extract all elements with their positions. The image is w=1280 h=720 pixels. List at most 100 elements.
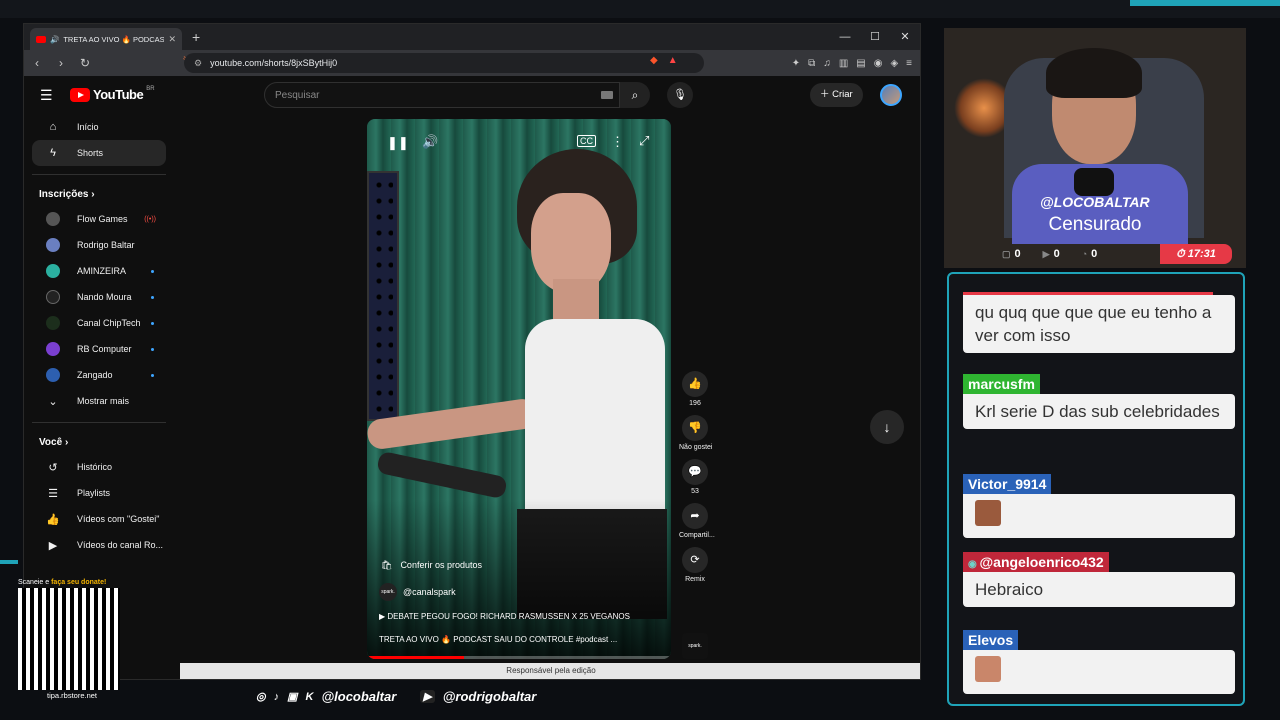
sidebar-item-aminzeira[interactable]: AMINZEIRA bbox=[32, 258, 166, 284]
sidebar-item-rb-computer[interactable]: RB Computer bbox=[32, 336, 166, 362]
twitch-icon: ▣ bbox=[287, 691, 298, 703]
wallet-icon[interactable]: ▤ bbox=[856, 58, 865, 69]
share-action[interactable]: ➦ Compartil... bbox=[679, 503, 715, 539]
audio-icon[interactable]: 🔊 bbox=[50, 35, 59, 44]
captions-icon[interactable]: CC bbox=[577, 135, 596, 147]
close-window-button[interactable]: ✕ bbox=[890, 24, 920, 50]
tab-active[interactable]: 🔊 TRETA AO VIVO 🔥 PODCAST SAIU ✕ bbox=[30, 28, 182, 50]
progress-bar[interactable] bbox=[367, 656, 671, 659]
youtube-favicon-icon bbox=[36, 35, 46, 43]
fullscreen-icon[interactable]: ⤢ bbox=[639, 133, 649, 149]
maximize-button[interactable]: ☐ bbox=[860, 24, 890, 50]
thumbs-up-icon[interactable]: 👍 bbox=[682, 371, 708, 397]
remix-action[interactable]: ⟳ Remix bbox=[679, 547, 711, 583]
create-label: Criar bbox=[832, 89, 853, 100]
channel-row[interactable]: spark. @canalspark bbox=[379, 583, 456, 601]
sidebar-icon[interactable]: ▥ bbox=[839, 58, 848, 69]
like-action[interactable]: 👍 196 bbox=[679, 371, 711, 407]
sidebar-item-channel-videos[interactable]: ▶ Vídeos do canal Ro... bbox=[32, 532, 166, 558]
webcam-mic bbox=[1074, 168, 1114, 196]
close-tab-icon[interactable]: ✕ bbox=[168, 34, 176, 45]
screenshot-icon[interactable]: ⧉ bbox=[808, 58, 815, 69]
sidebar-item-playlists[interactable]: ☰ Playlists bbox=[32, 480, 166, 506]
volume-icon[interactable]: 🔊 bbox=[422, 134, 438, 150]
arrow-down-icon: ↓ bbox=[883, 419, 891, 435]
comments-action[interactable]: 💬 53 bbox=[679, 459, 711, 495]
sidebar-item-liked-videos[interactable]: 👍 Vídeos com "Gostei" bbox=[32, 506, 166, 532]
next-short-button[interactable]: ↓ bbox=[870, 410, 904, 444]
products-button[interactable]: 🛍 Conferir os produtos bbox=[381, 554, 482, 576]
video-description[interactable]: TRETA AO VIVO 🔥 PODCAST SAIU DO CONTROLE… bbox=[379, 635, 649, 644]
create-button[interactable]: ＋ Criar bbox=[810, 83, 863, 107]
bg-accent-left bbox=[0, 560, 18, 564]
tiktok-icon: ♪ bbox=[273, 690, 280, 703]
sidebar-item-rodrigo-baltar[interactable]: Rodrigo Baltar bbox=[32, 232, 166, 258]
kick-icon: K bbox=[305, 690, 314, 703]
show-more-button[interactable]: ⌄ Mostrar mais bbox=[32, 388, 166, 414]
comment-icon[interactable]: 💬 bbox=[682, 459, 708, 485]
more-options-icon[interactable]: ⋮ bbox=[611, 134, 624, 150]
thumbs-down-icon[interactable]: 👎 bbox=[682, 415, 708, 441]
pause-icon[interactable]: ❚❚ bbox=[387, 135, 409, 151]
qr-caption-bold: faça seu donate! bbox=[51, 579, 107, 586]
voice-search-button[interactable]: 🎙 bbox=[667, 82, 693, 108]
extensions-icon[interactable]: ✦ bbox=[792, 58, 800, 69]
youtube-page: ☰ YouTube BR Pesquisar ⌕ 🎙 ＋ Criar ⌂ Iní… bbox=[24, 76, 920, 679]
dislike-action[interactable]: 👎 Não gostei bbox=[679, 415, 713, 451]
guide-menu-icon[interactable]: ☰ bbox=[40, 87, 53, 104]
address-bar[interactable]: ⚙ youtube.com/shorts/8jxSBytHij0 bbox=[184, 53, 704, 73]
keyboard-icon[interactable] bbox=[601, 91, 613, 99]
subscriptions-title: Inscrições bbox=[39, 189, 89, 200]
brave-rewards-icon[interactable]: ▲ bbox=[668, 55, 678, 66]
sound-thumbnail[interactable]: spark. bbox=[682, 633, 708, 659]
remix-icon[interactable]: ⟳ bbox=[682, 547, 708, 573]
sidebar-item-canal-chiptech[interactable]: Canal ChipTech bbox=[32, 310, 166, 336]
chat-user: marcusfm bbox=[963, 374, 1040, 394]
shorts-player[interactable]: ❚❚ 🔊 CC ⋮ ⤢ 🛍 Conferir os produtos spark… bbox=[367, 119, 671, 659]
products-label: Conferir os produtos bbox=[400, 560, 482, 570]
chat-user-name: @angeloenrico432 bbox=[979, 554, 1104, 570]
search-button[interactable]: ⌕ bbox=[620, 82, 650, 108]
reload-button[interactable]: ↻ bbox=[78, 56, 92, 70]
live-icon: ((•)) bbox=[144, 215, 156, 223]
you-heading[interactable]: Você › bbox=[24, 423, 174, 454]
brave-shield-icon[interactable]: ◆ bbox=[650, 55, 658, 66]
profile-icon[interactable]: ◉ bbox=[874, 58, 883, 69]
sidebar-item-nando-moura[interactable]: Nando Moura bbox=[32, 284, 166, 310]
menu-icon[interactable]: ≡ bbox=[906, 58, 912, 69]
chevron-down-icon: ⌄ bbox=[48, 395, 58, 408]
search-input[interactable]: Pesquisar bbox=[264, 82, 620, 108]
home-icon: ⌂ bbox=[49, 121, 57, 133]
new-tab-button[interactable]: + bbox=[192, 29, 200, 45]
comment-count: 53 bbox=[691, 488, 699, 495]
video-title[interactable]: ▶ DEBATE PEGOU FOGO! RICHARD RASMUSSEN X… bbox=[379, 612, 659, 621]
dislike-label: Não gostei bbox=[679, 444, 713, 451]
subscriptions-heading[interactable]: Inscrições › bbox=[24, 175, 174, 206]
minimize-button[interactable]: — bbox=[830, 24, 860, 50]
mic-icon: 🎙 bbox=[673, 89, 687, 101]
video-icon: ▶ bbox=[48, 539, 58, 552]
site-info-icon[interactable]: ⚙ bbox=[194, 58, 202, 69]
youtube-logo[interactable]: YouTube BR bbox=[70, 86, 155, 102]
sidebar-item-zangado[interactable]: Zangado bbox=[32, 362, 166, 388]
chat-panel: qu quq que que que eu tenho a ver com is… bbox=[947, 272, 1245, 706]
stat-chat: ▢ 0 bbox=[1002, 248, 1021, 260]
channel-name[interactable]: @canalspark bbox=[403, 587, 456, 597]
chat-emote-icon bbox=[975, 500, 1001, 526]
sidebar-item-home[interactable]: ⌂ Início bbox=[32, 114, 166, 140]
youtube-play-icon bbox=[70, 87, 90, 102]
account-avatar[interactable] bbox=[880, 84, 902, 106]
back-button[interactable]: ‹ bbox=[30, 56, 44, 70]
chat-message: Elevos bbox=[963, 630, 1235, 694]
browser-window: 🔊 TRETA AO VIVO 🔥 PODCAST SAIU ✕ + — ☐ ✕… bbox=[23, 23, 921, 680]
sidebar-item-shorts[interactable]: ϟ Shorts bbox=[32, 140, 166, 166]
share-icon[interactable]: ➦ bbox=[682, 503, 708, 529]
channel-avatar bbox=[46, 368, 60, 382]
sidebar-item-history[interactable]: ↺ Histórico bbox=[32, 454, 166, 480]
tab-title: TRETA AO VIVO 🔥 PODCAST SAIU bbox=[63, 34, 165, 44]
vpn-icon[interactable]: ◈ bbox=[890, 58, 898, 69]
logo-text: YouTube bbox=[93, 87, 144, 102]
sidebar-item-flow-games[interactable]: Flow Games ((•)) bbox=[32, 206, 166, 232]
music-icon[interactable]: ♫ bbox=[823, 58, 831, 69]
forward-button[interactable]: › bbox=[54, 56, 68, 70]
